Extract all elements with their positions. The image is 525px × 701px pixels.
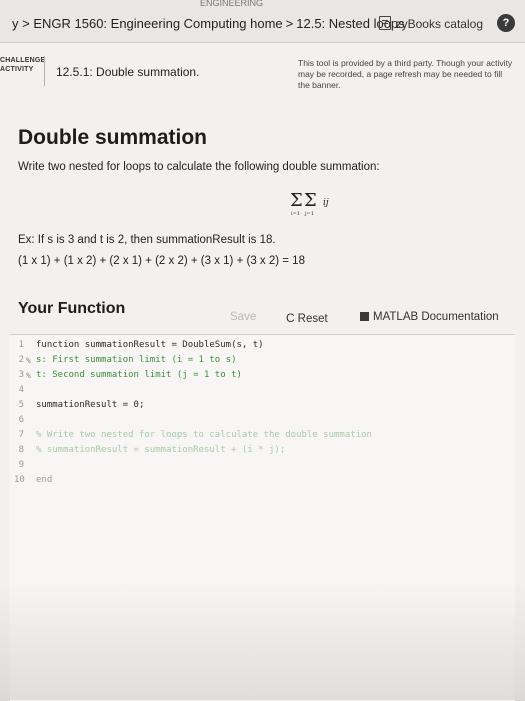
- reset-icon: C: [286, 311, 295, 325]
- your-function-heading: Your Function: [18, 300, 126, 317]
- example-expansion: (1 x 1) + (1 x 2) + (2 x 1) + (2 x 2) + …: [18, 255, 305, 267]
- third-party-note: This tool is provided by a third party. …: [298, 58, 513, 90]
- line-number: 1: [18, 340, 24, 350]
- matlab-icon: [360, 312, 369, 321]
- outer-sigma: Σ: [290, 190, 303, 211]
- challenge-activity-tag: CHALLENGE ACTIVITY: [0, 56, 46, 74]
- challenge-tag-line2: ACTIVITY: [0, 66, 34, 73]
- line-number: 8: [18, 445, 24, 455]
- code-text[interactable]: end: [36, 474, 52, 487]
- breadcrumb-course-link[interactable]: ENGR 1560: Engineering Computing home: [33, 16, 282, 31]
- code-editor[interactable]: 1 function summationResult = DoubleSum(s,…: [10, 334, 515, 701]
- problem-title: Double summation: [18, 126, 208, 149]
- function-toolbar: Save C Reset MATLAB Documentation: [230, 311, 520, 329]
- reset-button[interactable]: C Reset: [286, 311, 328, 325]
- code-text[interactable]: s: First summation limit (i = 1 to s): [36, 354, 236, 367]
- code-text[interactable]: summationResult = 0;: [36, 399, 144, 412]
- outer-limit: i=1: [291, 211, 300, 217]
- top-fragment: ENGINEERING: [200, 0, 264, 8]
- reset-label: Reset: [297, 313, 328, 325]
- line-marker: %: [26, 356, 31, 365]
- double-summation-formula: Σ Σ i=1 j=1 ij: [290, 190, 336, 220]
- line-number: 9: [18, 460, 24, 470]
- line-number: 6: [18, 415, 24, 425]
- line-number: 2: [18, 355, 24, 365]
- line-number: 4: [18, 385, 24, 395]
- line-number: 7: [18, 430, 24, 440]
- example-text: Ex: If s is 3 and t is 2, then summation…: [18, 234, 276, 246]
- matlab-doc-label: MATLAB Documentation: [373, 311, 499, 323]
- zybooks-catalog-link[interactable]: zyBooks catalog: [378, 16, 483, 31]
- line-marker: %: [26, 371, 31, 380]
- divider: [44, 56, 45, 86]
- catalog-label: zyBooks catalog: [395, 17, 483, 31]
- summation-term: ij: [323, 198, 329, 208]
- line-number: 10: [14, 475, 25, 485]
- matlab-documentation-link[interactable]: MATLAB Documentation: [360, 311, 499, 323]
- breadcrumb: y > ENGR 1560: Engineering Computing hom…: [12, 16, 405, 31]
- inner-sigma: Σ: [304, 190, 317, 211]
- code-text[interactable]: % summationResult = summationResult + (i…: [36, 444, 285, 457]
- line-number: 5: [18, 400, 24, 410]
- inner-limit: j=1: [305, 211, 314, 217]
- help-button[interactable]: ?: [497, 14, 515, 32]
- challenge-tag-line1: CHALLENGE: [0, 57, 46, 64]
- code-text[interactable]: function summationResult = DoubleSum(s, …: [36, 339, 264, 352]
- problem-instruction: Write two nested for loops to calculate …: [18, 161, 380, 173]
- code-text[interactable]: t: Second summation limit (j = 1 to t): [36, 369, 242, 382]
- breadcrumb-prefix[interactable]: y >: [12, 16, 30, 31]
- book-icon: [378, 16, 391, 30]
- save-button[interactable]: Save: [230, 311, 256, 323]
- code-text[interactable]: % Write two nested for loops to calculat…: [36, 429, 372, 442]
- top-navigation-bar: ENGINEERING y > ENGR 1560: Engineering C…: [0, 0, 525, 43]
- breadcrumb-separator: >: [285, 16, 294, 31]
- page: ENGINEERING y > ENGR 1560: Engineering C…: [0, 0, 525, 701]
- line-number: 3: [18, 370, 24, 380]
- challenge-activity-header: CHALLENGE ACTIVITY 12.5.1: Double summat…: [0, 50, 525, 100]
- activity-title: 12.5.1: Double summation.: [56, 65, 200, 79]
